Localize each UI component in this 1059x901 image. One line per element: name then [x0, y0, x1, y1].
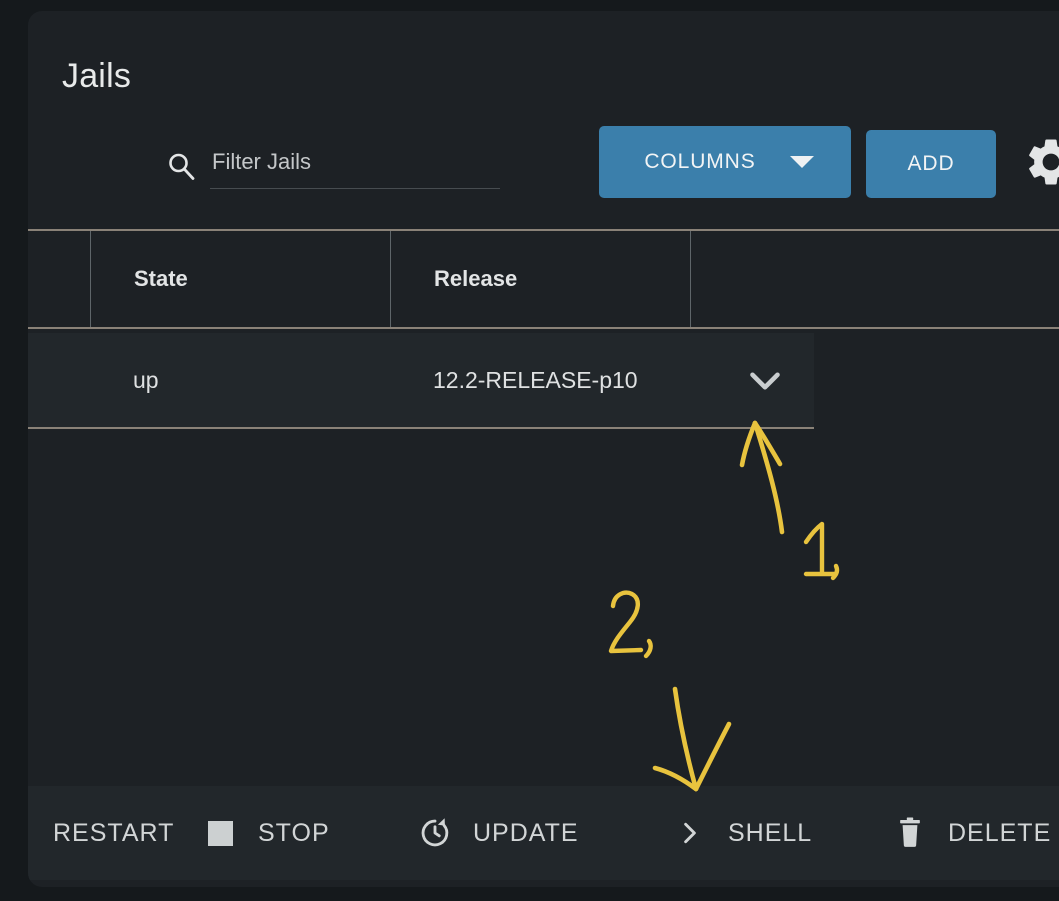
- stop-square-icon: [203, 816, 237, 850]
- shell-action[interactable]: SHELL: [673, 786, 812, 880]
- columns-button-label: COLUMNS: [644, 150, 756, 173]
- delete-action-label: DELETE: [948, 818, 1052, 847]
- column-header-actions: [690, 231, 1059, 327]
- trash-icon: [893, 816, 927, 850]
- update-action[interactable]: UPDATE: [418, 786, 579, 880]
- delete-action[interactable]: DELETE: [893, 786, 1051, 880]
- column-header-state-label: State: [134, 266, 188, 291]
- chevron-right-icon: [673, 816, 707, 850]
- add-button[interactable]: ADD: [866, 130, 996, 198]
- gear-icon[interactable]: [1023, 134, 1059, 190]
- column-header-release[interactable]: Release: [390, 231, 690, 327]
- jails-card: Jails COLUMNS ADD: [28, 11, 1059, 887]
- table-header: State Release: [28, 229, 1059, 329]
- search-icon: [166, 151, 196, 181]
- table-row[interactable]: up 12.2-RELEASE-p10: [28, 333, 814, 429]
- toolbar: COLUMNS ADD: [28, 111, 1059, 219]
- action-bar: RESTART STOP UPDATE SHELL DELETE: [28, 786, 1059, 880]
- columns-button[interactable]: COLUMNS: [599, 126, 851, 198]
- search-input[interactable]: [210, 143, 500, 189]
- add-button-label: ADD: [907, 152, 955, 175]
- row-expand-chevron-down-icon[interactable]: [740, 355, 790, 405]
- shell-action-label: SHELL: [728, 818, 813, 847]
- cell-state-value: up: [133, 366, 159, 393]
- cell-release-value: 12.2-RELEASE-p10: [433, 366, 638, 393]
- page-title: Jails: [62, 57, 132, 95]
- chevron-down-icon: [789, 156, 814, 168]
- restart-icon: [28, 816, 32, 850]
- cell-state: up: [90, 333, 390, 427]
- update-action-label: UPDATE: [473, 818, 579, 847]
- column-header-release-label: Release: [434, 266, 518, 291]
- search-field[interactable]: [138, 137, 560, 193]
- screen: Jails COLUMNS ADD: [0, 0, 1059, 901]
- restart-action[interactable]: RESTART: [28, 786, 174, 880]
- cell-release: 12.2-RELEASE-p10: [390, 333, 676, 427]
- update-clock-icon: [418, 816, 452, 850]
- column-header-state[interactable]: State: [90, 231, 390, 327]
- restart-action-label: RESTART: [53, 818, 175, 847]
- stop-action-label: STOP: [258, 818, 330, 847]
- stop-action[interactable]: STOP: [203, 786, 330, 880]
